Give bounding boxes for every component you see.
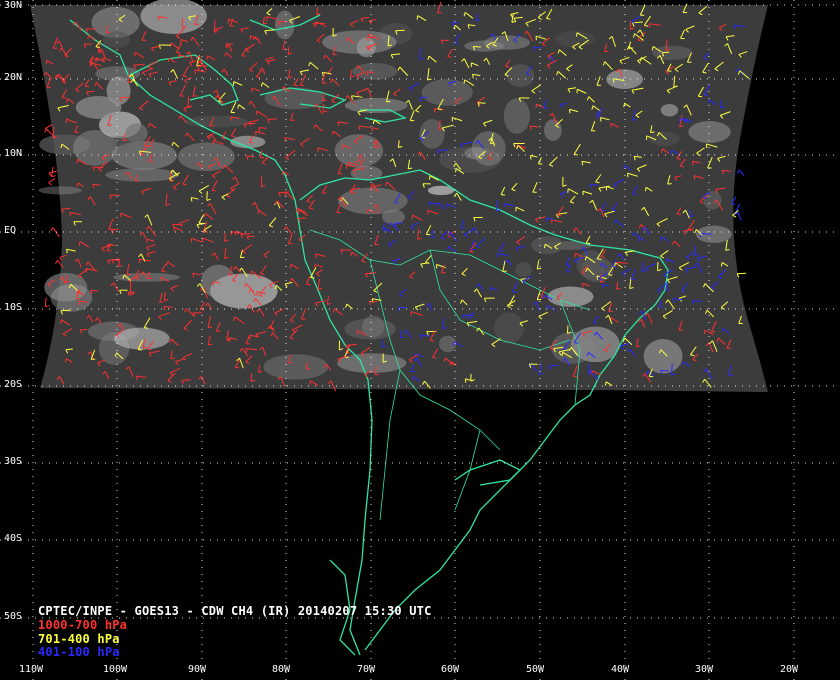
latitude-label: 30N [4,0,23,11]
longitude-label: 80W [272,664,291,675]
latitude-label: 10S [4,302,23,313]
legend-401-100: 401-100 hPa [38,645,120,659]
longitude-label: 100W [103,664,128,675]
latitude-label: 30S [4,456,23,467]
legend-701-400: 701-400 hPa [38,632,120,646]
latitude-label: 10N [4,148,23,159]
legend-1000-700: 1000-700 hPa [38,618,128,632]
longitude-label: 60W [441,664,460,675]
latitude-label: 20N [4,72,23,83]
longitude-label: 30W [695,664,714,675]
longitude-label: 90W [188,664,207,675]
satellite-wind-map [0,0,840,680]
map-title: CPTEC/INPE - GOES13 - CDW CH4 (IR) 20140… [38,604,432,618]
longitude-label: 20W [780,664,799,675]
latitude-label: 20S [4,379,23,390]
longitude-label: 40W [611,664,630,675]
longitude-label: 70W [357,664,376,675]
latitude-label: EQ [4,225,17,236]
latitude-label: 40S [4,533,23,544]
longitude-label: 110W [19,664,44,675]
longitude-label: 50W [526,664,545,675]
latitude-label: 50S [4,611,23,622]
